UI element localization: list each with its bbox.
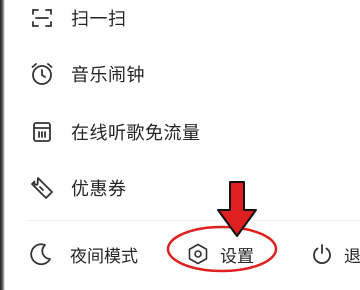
menu-item-scan[interactable]: 扫一扫 [28, 0, 127, 38]
menu-item-coupons[interactable]: 优惠券 [28, 168, 127, 208]
scan-icon [28, 4, 56, 32]
settings-button[interactable]: 设置 [186, 238, 254, 270]
night-mode-label: 夜间模式 [70, 246, 138, 267]
night-mode-button[interactable]: 夜间模式 [28, 238, 138, 270]
side-drawer-menu: 扫一扫 音乐闹钟 在线听歌免流量 优惠券 夜间模式 设置 退 [0, 0, 360, 290]
settings-label: 设置 [220, 246, 254, 267]
alarm-clock-icon [28, 60, 56, 88]
menu-item-free-data-streaming[interactable]: 在线听歌免流量 [28, 112, 201, 152]
menu-item-music-alarm[interactable]: 音乐闹钟 [28, 54, 145, 94]
power-icon [310, 242, 334, 266]
hexagon-gear-icon [186, 242, 210, 266]
menu-item-label: 在线听歌免流量 [71, 123, 201, 144]
moon-icon [28, 241, 54, 267]
menu-item-label: 优惠券 [71, 179, 127, 200]
menu-item-label: 音乐闹钟 [71, 65, 145, 86]
coupon-icon [28, 174, 56, 202]
data-card-icon [28, 118, 56, 146]
exit-label: 退 [344, 246, 360, 267]
section-divider [28, 220, 360, 221]
menu-item-label: 扫一扫 [71, 9, 127, 30]
exit-button[interactable]: 退 [310, 238, 360, 270]
bottom-action-bar: 夜间模式 设置 退 [0, 230, 360, 280]
